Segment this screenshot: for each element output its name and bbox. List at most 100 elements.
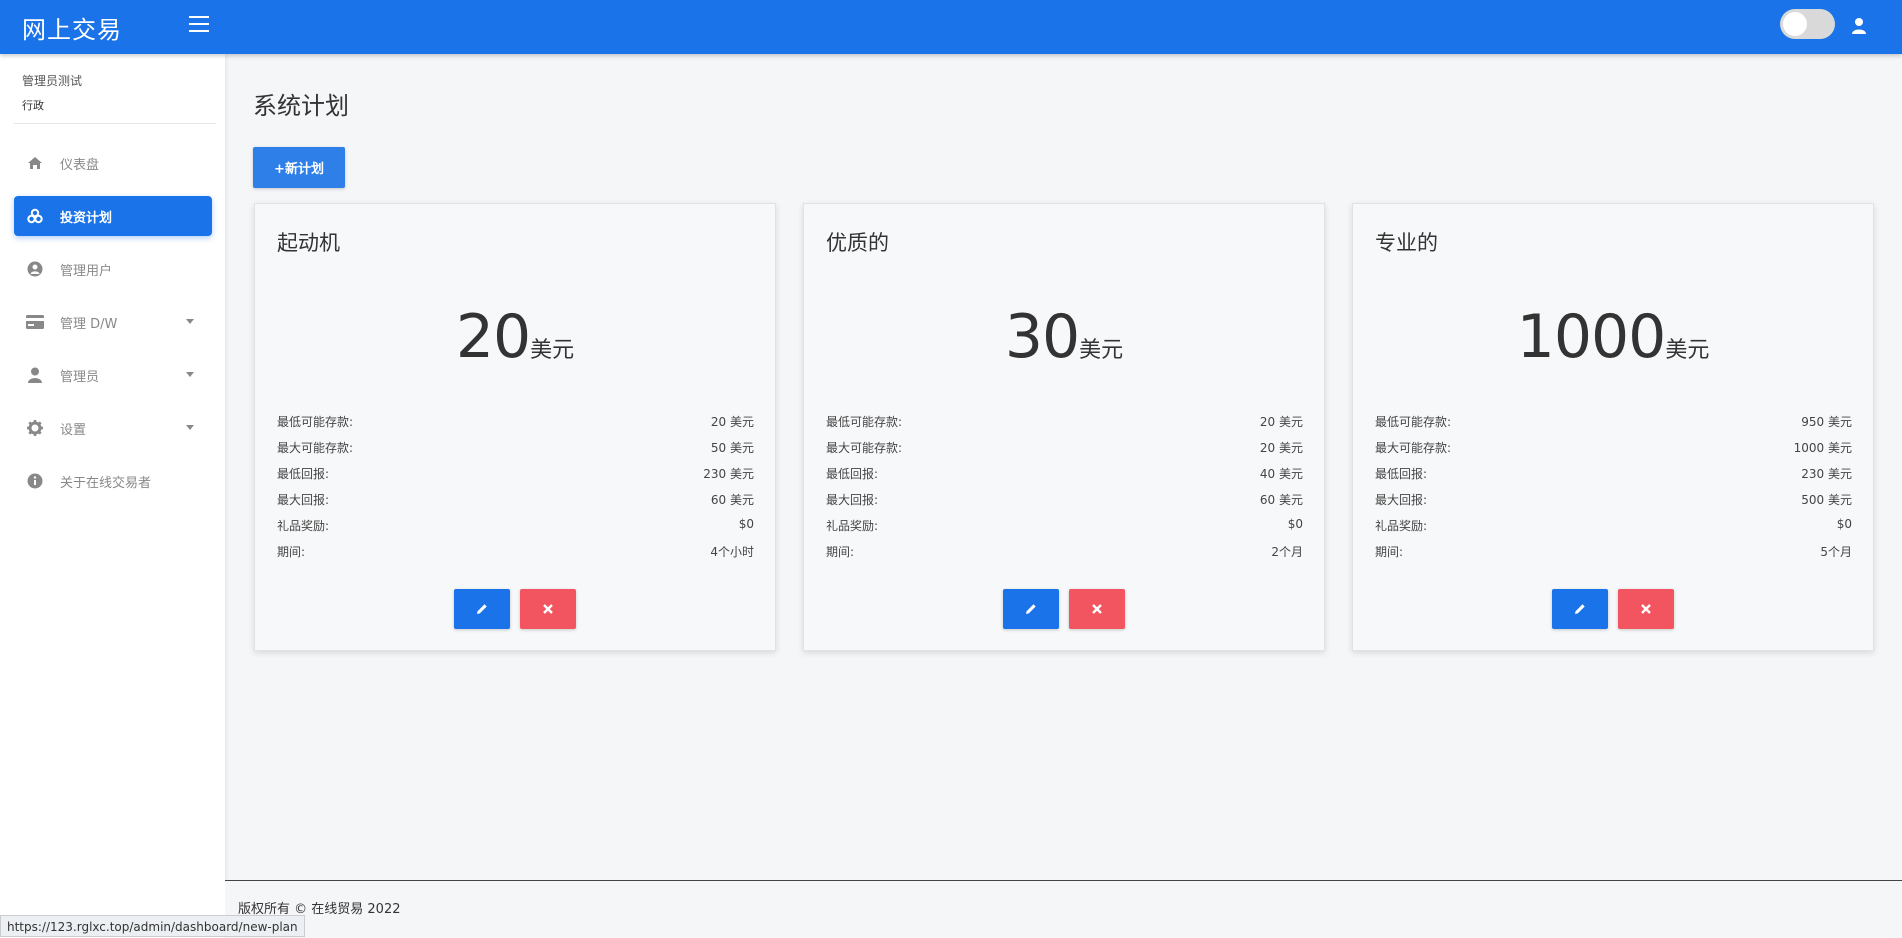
plan-details: 最低可能存款: 20 美元 最大可能存款: 20 美元 最低回报: 40 美元 最大回… <box>826 413 1303 569</box>
plan-title: 起动机 <box>277 231 340 255</box>
detail-label: 期间: <box>277 545 306 559</box>
detail-value: 230 美元 <box>1801 467 1852 481</box>
sidebar-item-label: 关于在线交易者 <box>60 475 152 491</box>
plan-details: 最低可能存款: 20 美元 最大可能存款: 50 美元 最低回报: 230 美元 最大… <box>277 413 754 569</box>
plan-title: 专业的 <box>1375 231 1438 255</box>
detail-value: 20 美元 <box>1259 415 1303 429</box>
plan-card-premium: 优质的 30美元 最低可能存款: 20 美元 最大可能存款: 20 美元 最低回报:… <box>803 203 1325 651</box>
sidebar-item-settings[interactable]: 设置 <box>14 408 212 448</box>
sidebar-item-dashboard[interactable]: 仪表盘 <box>14 143 212 183</box>
plan-actions <box>804 589 1324 629</box>
user-icon[interactable] <box>1851 17 1867 34</box>
plan-detail-row: 最大回报: 500 美元 <box>1375 491 1852 517</box>
detail-value: 20 美元 <box>710 415 754 429</box>
detail-label: 最低可能存款: <box>1375 415 1452 429</box>
plan-detail-row: 期间: 4个小时 <box>277 543 754 569</box>
detail-value: $0 <box>738 517 754 531</box>
detail-label: 最低可能存款: <box>826 415 903 429</box>
sidebar-item-investment-plans[interactable]: 投资计划 <box>14 196 212 236</box>
detail-value: 1000 美元 <box>1793 441 1852 455</box>
detail-value: 500 美元 <box>1801 493 1852 507</box>
close-icon <box>1641 604 1651 614</box>
pencil-icon <box>1575 604 1585 614</box>
plan-detail-row: 礼品奖励: $0 <box>1375 517 1852 543</box>
home-icon <box>26 154 44 172</box>
sidebar-item-admins[interactable]: 管理员 <box>14 355 212 395</box>
sidebar-item-label: 管理员 <box>60 369 100 385</box>
gear-icon <box>26 419 44 437</box>
detail-label: 期间: <box>1375 545 1404 559</box>
plan-detail-row: 最低可能存款: 20 美元 <box>826 413 1303 439</box>
plan-actions <box>1353 589 1873 629</box>
plan-title: 优质的 <box>826 231 889 255</box>
credit-card-icon <box>26 313 44 331</box>
delete-plan-button[interactable] <box>520 589 576 629</box>
theme-toggle-switch[interactable] <box>1780 9 1835 39</box>
status-bar-url: https://123.rglxc.top/admin/dashboard/ne… <box>0 915 305 937</box>
detail-value: 4个小时 <box>710 545 754 559</box>
detail-label: 最低可能存款: <box>277 415 354 429</box>
detail-value: 2个月 <box>1271 545 1303 559</box>
user-name: 管理员测试 <box>22 74 83 88</box>
detail-label: 最大回报: <box>277 493 330 507</box>
chevron-down-icon <box>186 319 194 324</box>
detail-value: 60 美元 <box>1259 493 1303 507</box>
edit-plan-button[interactable] <box>1003 589 1059 629</box>
plan-detail-row: 最大可能存款: 20 美元 <box>826 439 1303 465</box>
edit-plan-button[interactable] <box>454 589 510 629</box>
detail-label: 最大可能存款: <box>277 441 354 455</box>
plan-detail-row: 礼品奖励: $0 <box>277 517 754 543</box>
plan-detail-row: 最低可能存款: 950 美元 <box>1375 413 1852 439</box>
sidebar-item-manage-users[interactable]: 管理用户 <box>14 249 212 289</box>
user-icon <box>26 366 44 384</box>
detail-value: 230 美元 <box>703 467 754 481</box>
detail-value: 50 美元 <box>710 441 754 455</box>
plan-detail-row: 最大可能存款: 1000 美元 <box>1375 439 1852 465</box>
detail-label: 最低回报: <box>1375 467 1428 481</box>
plan-detail-row: 期间: 2个月 <box>826 543 1303 569</box>
detail-value: 950 美元 <box>1801 415 1852 429</box>
plan-currency: 美元 <box>530 338 575 363</box>
plan-price: 30美元 <box>804 302 1324 372</box>
user-circle-icon <box>26 260 44 278</box>
sidebar-item-manage-dw[interactable]: 管理 D/W <box>14 302 212 342</box>
edit-plan-button[interactable] <box>1552 589 1608 629</box>
sidebar-divider <box>14 123 216 124</box>
detail-value: $0 <box>1836 517 1852 531</box>
chevron-down-icon <box>186 425 194 430</box>
user-role: 行政 <box>22 99 44 112</box>
sidebar-item-label: 管理用户 <box>60 263 113 279</box>
detail-label: 最大回报: <box>826 493 879 507</box>
brand-title[interactable]: 网上交易 <box>22 10 122 45</box>
footer: 版权所有 © 在线贸易 2022 <box>225 880 1902 938</box>
plan-card-professional: 专业的 1000美元 最低可能存款: 950 美元 最大可能存款: 1000 美元 … <box>1352 203 1874 651</box>
close-icon <box>543 604 553 614</box>
delete-plan-button[interactable] <box>1618 589 1674 629</box>
user-profile: 管理员测试 行政 <box>22 72 82 113</box>
menu-toggle-icon[interactable] <box>189 16 209 34</box>
delete-plan-button[interactable] <box>1069 589 1125 629</box>
pencil-icon <box>1026 604 1036 614</box>
sidebar-item-label: 投资计划 <box>60 210 113 226</box>
page-title: 系统计划 <box>253 92 349 120</box>
sidebar: 管理员测试 行政 仪表盘 投资计划 管理用户 管理 D/W 管理员 设置 关于在… <box>0 54 225 938</box>
detail-label: 期间: <box>826 545 855 559</box>
plan-details: 最低可能存款: 950 美元 最大可能存款: 1000 美元 最低回报: 230 美元… <box>1375 413 1852 569</box>
sidebar-item-label: 仪表盘 <box>60 157 100 173</box>
plan-detail-row: 最大可能存款: 50 美元 <box>277 439 754 465</box>
pencil-icon <box>477 604 487 614</box>
detail-label: 最低回报: <box>826 467 879 481</box>
detail-value: 20 美元 <box>1259 441 1303 455</box>
plan-price: 1000美元 <box>1353 302 1873 372</box>
info-icon <box>26 472 44 490</box>
plan-card-starter: 起动机 20美元 最低可能存款: 20 美元 最大可能存款: 50 美元 最低回报:… <box>254 203 776 651</box>
sidebar-item-about[interactable]: 关于在线交易者 <box>14 461 212 501</box>
toggle-knob <box>1783 12 1807 36</box>
plan-amount: 20 <box>455 302 531 372</box>
detail-value: 5个月 <box>1820 545 1852 559</box>
detail-value: 40 美元 <box>1259 467 1303 481</box>
detail-label: 礼品奖励: <box>1375 519 1428 533</box>
detail-value: $0 <box>1287 517 1303 531</box>
new-plan-button[interactable]: +新计划 <box>253 147 345 188</box>
plan-currency: 美元 <box>1079 338 1124 363</box>
